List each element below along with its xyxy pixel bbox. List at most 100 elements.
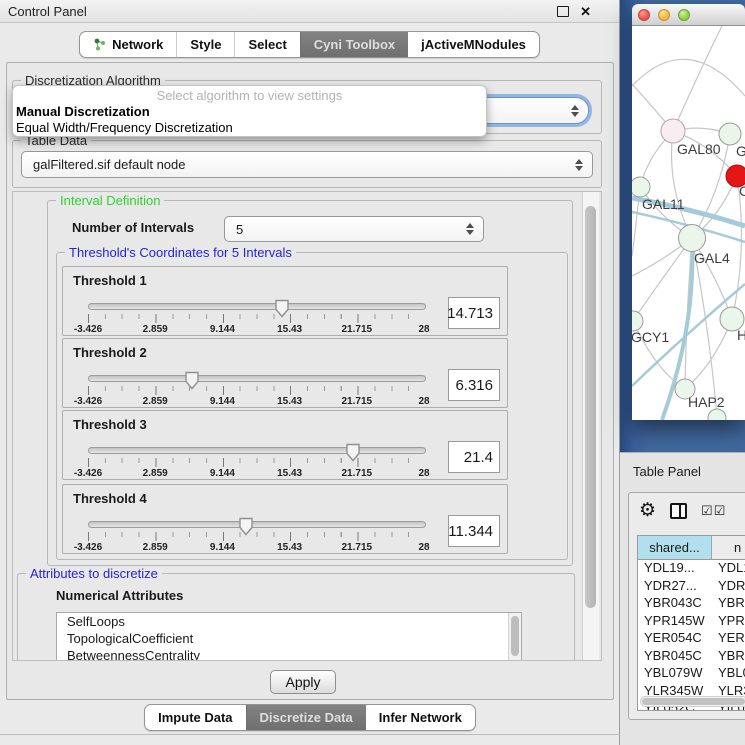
gear-icon[interactable]: ⚙ (639, 501, 656, 520)
table-panel-title: Table Panel (633, 464, 701, 479)
cell-shared-name[interactable]: YDR27... (638, 578, 712, 593)
tick-label: 2.859 (143, 396, 168, 407)
table-row[interactable]: YBL079WYBL0 (638, 664, 745, 682)
tab-jactivemnodules[interactable]: jActiveMNodules (408, 32, 539, 57)
cell-name[interactable]: YBR0 (712, 595, 745, 610)
network-icon (93, 38, 106, 51)
slider-tick-labels: -3.4262.8599.14415.4321.71528 (88, 542, 424, 554)
option-manual-discretization[interactable]: Manual Discretization (13, 104, 486, 120)
threshold-4-panel: Threshold 4 -3.4262.8599.14415.4321.7152… (62, 484, 508, 554)
bottom-tabbar: Impute Data Discretize Data Infer Networ… (0, 704, 620, 731)
cell-shared-name[interactable]: YBR043C (638, 595, 712, 610)
interval-definition-group: Interval Definition Number of Intervals … (47, 200, 573, 566)
slider-ticks (88, 314, 425, 323)
table-row[interactable]: YDR27...YDR2 (638, 577, 745, 595)
slider-track[interactable] (88, 521, 426, 528)
cell-name[interactable]: YBL0 (712, 665, 745, 680)
tab-infer-network[interactable]: Infer Network (366, 705, 475, 730)
cell-name[interactable]: YDL1 (712, 560, 745, 575)
cell-shared-name[interactable]: YBL079W (638, 665, 712, 680)
number-of-intervals-value: 5 (236, 222, 243, 237)
node-table[interactable]: shared... n YDL19...YDL1YDR27...YDR2YBR0… (637, 535, 745, 711)
table-row[interactable]: YPR145WYPR1 (638, 612, 745, 630)
table-hscrollbar[interactable] (640, 696, 745, 707)
tick-label: -3.426 (74, 542, 102, 553)
slider-track[interactable] (88, 303, 426, 310)
table-row[interactable]: YBR045CYBR0 (638, 647, 745, 665)
apply-button[interactable]: Apply (270, 670, 336, 694)
node-gal80[interactable] (661, 119, 685, 143)
svg-text:GAL80: GAL80 (677, 141, 721, 157)
table-row[interactable]: YBR043CYBR0 (638, 594, 745, 612)
numerical-attributes-label: Numerical Attributes (56, 588, 183, 603)
algorithm-dropdown-popup: Select algorithm to view settings Manual… (12, 85, 487, 137)
column-header-shared-name[interactable]: shared... (638, 536, 712, 559)
attribute-list-item[interactable]: BetweennessCentrality (57, 647, 521, 661)
tab-cyni-toolbox[interactable]: Cyni Toolbox (300, 32, 408, 57)
close-icon[interactable]: ✕ (580, 5, 591, 18)
threshold-1-value[interactable]: 14.713 (448, 297, 500, 329)
node-gal1[interactable] (719, 123, 741, 145)
tab-impute-data[interactable]: Impute Data (145, 705, 245, 730)
column-layout-icon[interactable] (670, 503, 687, 519)
settings-scrollbar[interactable] (582, 192, 599, 660)
threshold-2-value[interactable]: 6.316 (448, 369, 500, 401)
tab-discretize-data[interactable]: Discretize Data (246, 705, 366, 730)
table-data-group: Table Data galFiltered.sif default node (12, 140, 602, 188)
number-of-intervals-select[interactable]: 5 (224, 216, 484, 242)
threshold-4-label: Threshold 4 (73, 491, 147, 506)
threshold-4-value[interactable]: 11.344 (448, 515, 500, 547)
table-row[interactable]: YDL19...YDL1 (638, 559, 745, 577)
cell-shared-name[interactable]: YER054C (638, 630, 712, 645)
svg-text:C: C (739, 183, 745, 199)
tab-style[interactable]: Style (176, 32, 234, 57)
attribute-list-item[interactable]: SelfLoops (57, 613, 521, 630)
tick-label: 21.715 (342, 396, 373, 407)
select-columns-icon[interactable]: ☑☑ (701, 503, 726, 519)
threshold-2-slider[interactable]: -3.4262.8599.14415.4321.71528 (88, 375, 424, 407)
threshold-3-value[interactable]: 21.4 (448, 441, 500, 473)
tab-select[interactable]: Select (234, 32, 299, 57)
node-gal4[interactable] (679, 225, 706, 252)
zoom-traffic-light[interactable] (678, 9, 690, 21)
stepper-icon (466, 223, 474, 235)
cell-name[interactable]: YBR0 (712, 648, 745, 663)
cell-name[interactable]: YDR2 (712, 578, 745, 593)
minimize-traffic-light[interactable] (658, 9, 670, 21)
scrollbar-thumb[interactable] (585, 206, 596, 608)
option-equal-width-frequency[interactable]: Equal Width/Frequency Discretization (13, 120, 486, 136)
cell-shared-name[interactable]: YDL19... (638, 560, 712, 575)
tab-network[interactable]: Network (80, 32, 176, 57)
list-scrollbar[interactable] (508, 613, 521, 661)
svg-text:G: G (736, 143, 745, 159)
node-gal11[interactable] (632, 177, 650, 197)
cell-name[interactable]: YPR1 (712, 613, 745, 628)
node-bottom[interactable] (708, 409, 726, 420)
close-traffic-light[interactable] (638, 9, 650, 21)
numerical-attributes-list[interactable]: SelfLoopsTopologicalCoefficientBetweenne… (56, 612, 522, 661)
column-header-name[interactable]: n (712, 536, 745, 559)
table-row[interactable]: YER054CYER0 (638, 629, 745, 647)
attribute-list-item[interactable]: TopologicalCoefficient (57, 630, 521, 647)
float-window-icon[interactable] (557, 6, 569, 17)
node-gcy1[interactable] (632, 311, 643, 331)
cell-shared-name[interactable]: YBR045C (638, 648, 712, 663)
threshold-3-slider[interactable]: -3.4262.8599.14415.4321.71528 (88, 447, 424, 479)
threshold-4-slider[interactable]: -3.4262.8599.14415.4321.71528 (88, 521, 424, 553)
cell-shared-name[interactable]: YPR145W (638, 613, 712, 628)
table-panel-toolbar: ⚙ ☑☑ (639, 501, 726, 520)
tick-label: 15.43 (277, 468, 302, 479)
network-canvas[interactable]: GAL80 G C GAL11 GAL4 GCY1 H HAP2 (632, 26, 745, 420)
panel-title: Control Panel (8, 4, 87, 19)
hscroll-thumb[interactable] (642, 698, 745, 705)
tick-label: 2.859 (143, 542, 168, 553)
interval-definition-title: Interval Definition (56, 193, 164, 208)
threshold-1-slider[interactable]: -3.4262.8599.14415.4321.71528 (88, 303, 424, 335)
tick-label: 28 (418, 324, 429, 335)
tick-label: 28 (418, 396, 429, 407)
threshold-2-panel: Threshold 2 -3.4262.8599.14415.4321.7152… (62, 338, 508, 408)
table-data-select[interactable]: galFiltered.sif default node (21, 151, 593, 178)
slider-track[interactable] (88, 447, 426, 454)
slider-track[interactable] (88, 375, 426, 382)
cell-name[interactable]: YER0 (712, 630, 745, 645)
